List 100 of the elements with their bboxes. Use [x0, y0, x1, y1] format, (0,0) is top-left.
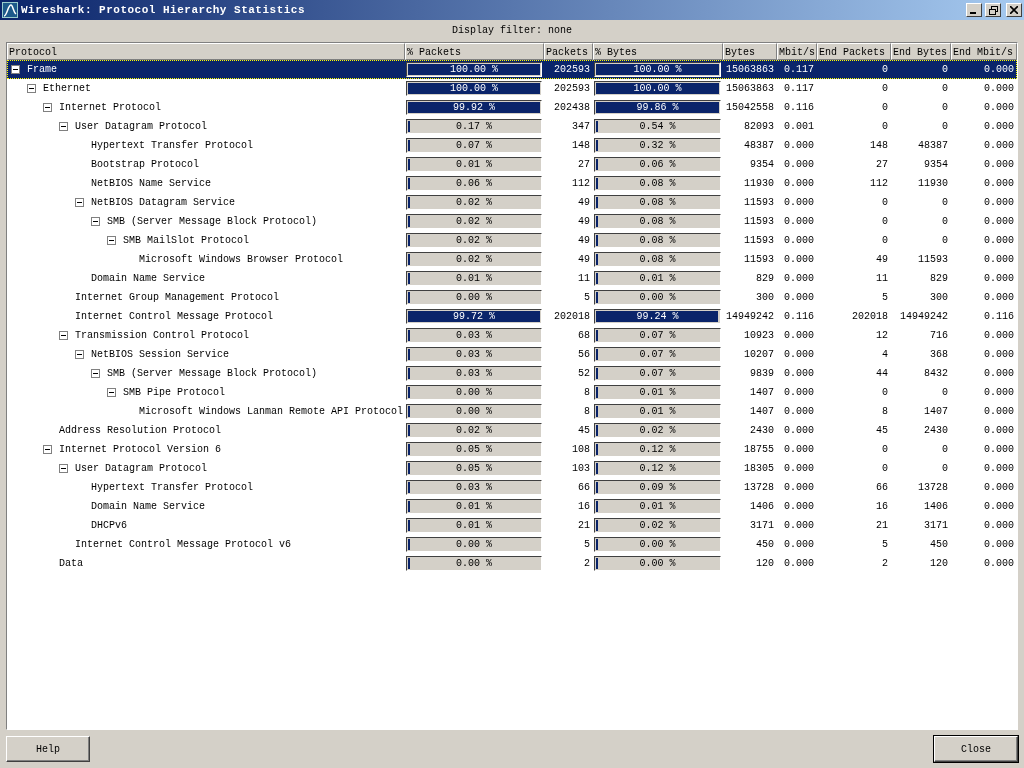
- table-row[interactable]: User Datagram Protocol 0.05 % 103 0.12 % 18305 0.000 0 0 0.000: [7, 459, 1017, 478]
- table-row[interactable]: Hypertext Transfer Protocol 0.03 % 66 0.09 % 13728 0.000 66 13728 0.000: [7, 478, 1017, 497]
- table-cell-text: 2: [583, 558, 591, 569]
- table-row[interactable]: Internet Protocol 99.92 % 202438 99.86 % 15042558 0.116 0 0 0.000: [7, 98, 1017, 117]
- column-header[interactable]: Bytes: [723, 43, 777, 60]
- protocol-name: Hypertext Transfer Protocol: [91, 140, 254, 151]
- collapse-icon[interactable]: [27, 84, 36, 93]
- column-header[interactable]: Packets: [544, 43, 593, 60]
- collapse-icon[interactable]: [75, 350, 84, 359]
- table-cell-text: 0.116: [983, 311, 1015, 322]
- collapse-icon[interactable]: [107, 388, 116, 397]
- table-cell-text: 148: [571, 140, 591, 151]
- table-cell-text: 1406: [749, 501, 775, 512]
- percent-label: 0.01 %: [455, 272, 493, 285]
- table-cell-text: 0.000: [983, 368, 1015, 379]
- percent-label: 0.00 %: [455, 405, 493, 418]
- close-window-button[interactable]: [1006, 3, 1022, 17]
- table-row[interactable]: Frame 100.00 % 202593 100.00 % 15063863 0.117 0 0 0.000: [7, 60, 1017, 79]
- table-row[interactable]: Transmission Control Protocol 0.03 % 68 0.07 % 10923 0.000 12 716 0.000: [7, 326, 1017, 345]
- table-cell-text: 15042558: [725, 102, 775, 113]
- table-cell-text: 11593: [743, 235, 775, 246]
- percent-label: 0.03 %: [455, 481, 493, 494]
- table-row[interactable]: Bootstrap Protocol 0.01 % 27 0.06 % 9354 0.000 27 9354 0.000: [7, 155, 1017, 174]
- table-cell-text: 0: [881, 83, 889, 94]
- collapse-icon[interactable]: [107, 236, 116, 245]
- table-row[interactable]: NetBIOS Datagram Service 0.02 % 49 0.08 % 11593 0.000 0 0 0.000: [7, 193, 1017, 212]
- table-cell-text: 202018: [851, 311, 889, 322]
- table-row[interactable]: NetBIOS Name Service 0.06 % 112 0.08 % 11930 0.000 112 11930 0.000: [7, 174, 1017, 193]
- table-cell-text: 12: [875, 330, 889, 341]
- percent-label: 0.02 %: [455, 196, 493, 209]
- table-cell-text: 202018: [553, 311, 591, 322]
- table-row[interactable]: Microsoft Windows Browser Protocol 0.02 % 49 0.08 % 11593 0.000 49 11593 0.000: [7, 250, 1017, 269]
- table-cell-text: 0.000: [783, 444, 815, 455]
- table-row[interactable]: Internet Control Message Protocol 99.72 % 202018 99.24 % 14949242 0.116 202018 14949242 0.116: [7, 307, 1017, 326]
- restore-button[interactable]: [985, 3, 1001, 17]
- table-cell-text: 0.000: [783, 178, 815, 189]
- table-row[interactable]: Domain Name Service 0.01 % 11 0.01 % 829 0.000 11 829 0.000: [7, 269, 1017, 288]
- table-cell-text: 21: [875, 520, 889, 531]
- table-row[interactable]: Microsoft Windows Lanman Remote API Protocol 0.00 % 8 0.01 % 1407 0.000 8 1407 0.000: [7, 402, 1017, 421]
- protocol-name: Internet Control Message Protocol v6: [75, 539, 292, 550]
- dialog-button[interactable]: Help: [6, 736, 90, 762]
- table-row[interactable]: Internet Protocol Version 6 0.05 % 108 0.12 % 18755 0.000 0 0 0.000: [7, 440, 1017, 459]
- column-header[interactable]: Mbit/s: [777, 43, 817, 60]
- collapse-icon[interactable]: [43, 103, 52, 112]
- table-cell-text: 49: [577, 197, 591, 208]
- table-cell-text: 0.000: [983, 121, 1015, 132]
- collapse-icon[interactable]: [59, 464, 68, 473]
- protocol-name: NetBIOS Datagram Service: [91, 197, 236, 208]
- collapse-icon[interactable]: [75, 198, 84, 207]
- percent-label: 0.08 %: [638, 253, 677, 266]
- table-row[interactable]: Internet Group Management Protocol 0.00 % 5 0.00 % 300 0.000 5 300 0.000: [7, 288, 1017, 307]
- column-header[interactable]: Protocol: [7, 43, 405, 60]
- table-cell-text: 0.000: [983, 349, 1015, 360]
- table-cell-text: 0.116: [783, 102, 815, 113]
- table-row[interactable]: User Datagram Protocol 0.17 % 347 0.54 % 82093 0.001 0 0 0.000: [7, 117, 1017, 136]
- table-cell-text: 0: [941, 121, 949, 132]
- percent-label: 99.92 %: [452, 101, 496, 114]
- percent-label: 0.01 %: [455, 500, 493, 513]
- table-cell-text: 450: [755, 539, 775, 550]
- collapse-icon[interactable]: [11, 65, 20, 74]
- column-header[interactable]: End Mbit/s: [951, 43, 1017, 60]
- table-row[interactable]: Ethernet 100.00 % 202593 100.00 % 15063863 0.117 0 0 0.000: [7, 79, 1017, 98]
- table-cell-text: 347: [571, 121, 591, 132]
- restore-icon: [988, 5, 998, 15]
- table-cell-text: 0.000: [783, 235, 815, 246]
- table-cell-text: 18755: [743, 444, 775, 455]
- table-row[interactable]: Domain Name Service 0.01 % 16 0.01 % 1406 0.000 16 1406 0.000: [7, 497, 1017, 516]
- table-row[interactable]: Internet Control Message Protocol v6 0.00 % 5 0.00 % 450 0.000 5 450 0.000: [7, 535, 1017, 554]
- window-title: Wireshark: Protocol Hierarchy Statistics: [21, 4, 307, 16]
- dialog-button[interactable]: Close: [934, 736, 1018, 762]
- table-cell-text: 0: [881, 463, 889, 474]
- collapse-icon[interactable]: [59, 122, 68, 131]
- column-header[interactable]: % Packets: [405, 43, 544, 60]
- table-row[interactable]: SMB MailSlot Protocol 0.02 % 49 0.08 % 11593 0.000 0 0 0.000: [7, 231, 1017, 250]
- protocol-name: Frame: [27, 64, 57, 75]
- table-cell-text: 0: [941, 102, 949, 113]
- column-header[interactable]: % Bytes: [593, 43, 723, 60]
- table-row[interactable]: SMB (Server Message Block Protocol) 0.03 % 52 0.07 % 9839 0.000 44 8432 0.000: [7, 364, 1017, 383]
- protocol-name: Transmission Control Protocol: [75, 330, 250, 341]
- table-cell-text: 0.000: [783, 349, 815, 360]
- table-row[interactable]: DHCPv6 0.01 % 21 0.02 % 3171 0.000 21 3171 0.000: [7, 516, 1017, 535]
- percent-label: 0.02 %: [455, 234, 493, 247]
- column-header[interactable]: End Packets: [817, 43, 891, 60]
- table-row[interactable]: Hypertext Transfer Protocol 0.07 % 148 0.32 % 48387 0.000 148 48387 0.000: [7, 136, 1017, 155]
- percent-label: 0.07 %: [455, 139, 493, 152]
- percent-label: 0.02 %: [638, 519, 677, 532]
- collapse-icon[interactable]: [43, 445, 52, 454]
- table-row[interactable]: SMB Pipe Protocol 0.00 % 8 0.01 % 1407 0.000 0 0 0.000: [7, 383, 1017, 402]
- table-row[interactable]: NetBIOS Session Service 0.03 % 56 0.07 % 10207 0.000 4 368 0.000: [7, 345, 1017, 364]
- table-cell-text: 11593: [743, 197, 775, 208]
- column-header[interactable]: End Bytes: [891, 43, 951, 60]
- collapse-icon[interactable]: [91, 369, 100, 378]
- collapse-icon[interactable]: [59, 331, 68, 340]
- table-cell-text: 0.000: [783, 140, 815, 151]
- table-cell-text: 450: [929, 539, 949, 550]
- table-row[interactable]: Data 0.00 % 2 0.00 % 120 0.000 2 120 0.000: [7, 554, 1017, 573]
- table-row[interactable]: Address Resolution Protocol 0.02 % 45 0.02 % 2430 0.000 45 2430 0.000: [7, 421, 1017, 440]
- minimize-button[interactable]: [966, 3, 982, 17]
- collapse-icon[interactable]: [91, 217, 100, 226]
- table-row[interactable]: SMB (Server Message Block Protocol) 0.02 % 49 0.08 % 11593 0.000 0 0 0.000: [7, 212, 1017, 231]
